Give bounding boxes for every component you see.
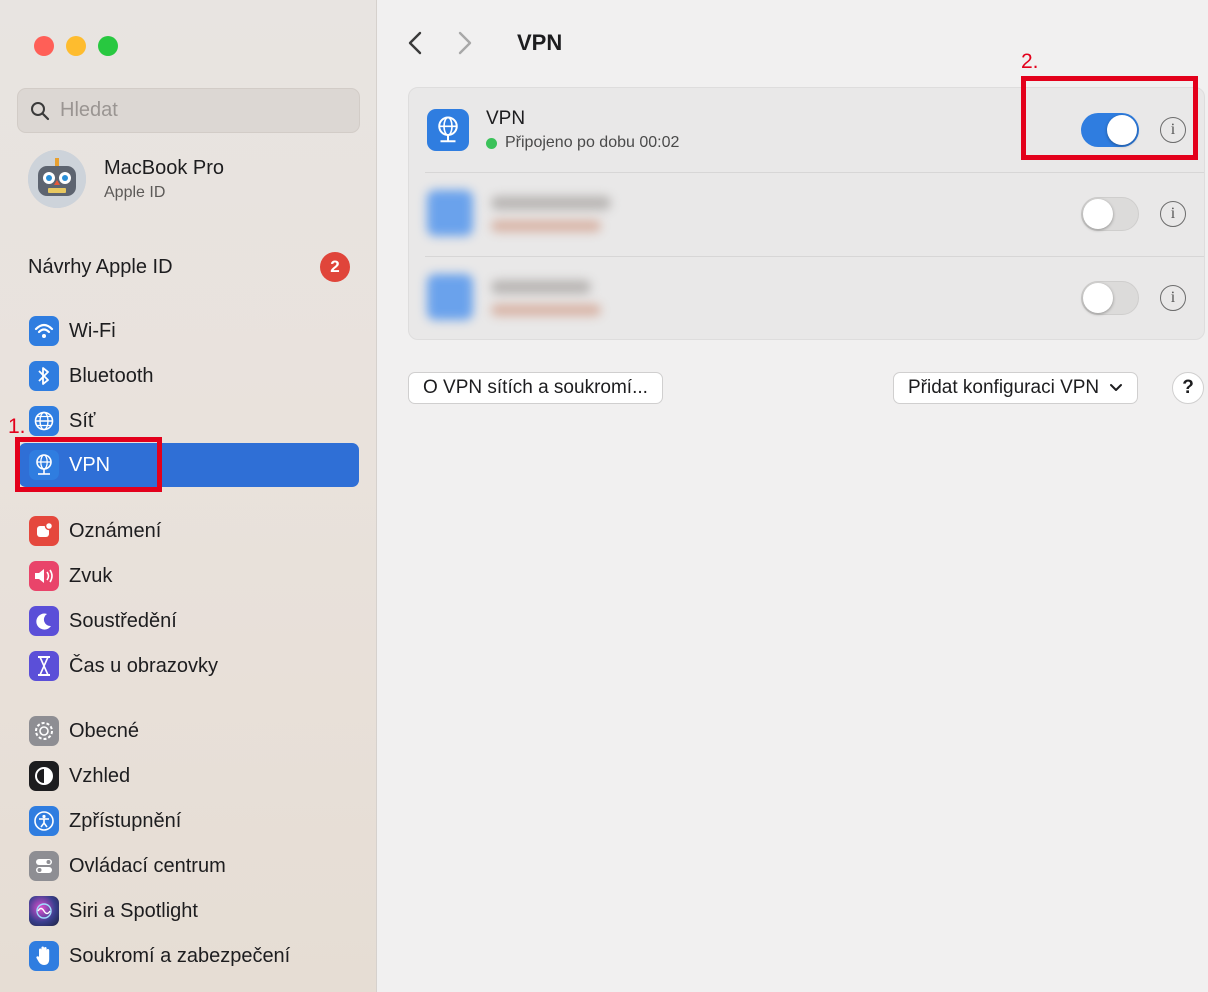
sidebar-item-label: Čas u obrazovky xyxy=(69,654,218,677)
sidebar-item-label: Soukromí a zabezpečení xyxy=(69,944,291,967)
add-vpn-configuration-button[interactable]: Přidat konfiguraci VPN xyxy=(893,372,1139,404)
blurred-text xyxy=(491,196,611,210)
blurred-text xyxy=(491,304,601,316)
forward-chevron-icon[interactable] xyxy=(457,30,473,56)
toggle-knob xyxy=(1083,283,1113,313)
vpn-toggle[interactable] xyxy=(1081,281,1139,315)
apple-id-suggestions[interactable]: Návrhy Apple ID 2 xyxy=(28,252,350,282)
sidebar-item-appearance[interactable]: Vzhled xyxy=(19,754,359,798)
hourglass-icon xyxy=(29,651,59,681)
control-center-icon xyxy=(29,851,59,881)
add-config-label: Přidat konfiguraci VPN xyxy=(908,377,1100,398)
close-window-button[interactable] xyxy=(34,36,54,56)
account-subtitle: Apple ID xyxy=(104,183,166,201)
sidebar-item-accessibility[interactable]: Zpřístupnění xyxy=(19,799,359,843)
zoom-window-button[interactable] xyxy=(98,36,118,56)
accessibility-icon xyxy=(29,806,59,836)
blurred-icon xyxy=(427,190,473,236)
annotation-box-1 xyxy=(15,437,162,492)
back-chevron-icon[interactable] xyxy=(407,30,423,56)
sidebar: MacBook Pro Apple ID Návrhy Apple ID 2 W… xyxy=(0,0,377,992)
search-field[interactable] xyxy=(17,88,360,133)
status-dot-icon xyxy=(486,137,497,149)
sidebar-item-focus[interactable]: Soustředění xyxy=(19,599,359,643)
annotation-label-2: 2. xyxy=(1021,50,1039,73)
page-title: VPN xyxy=(517,30,563,55)
sidebar-item-label: Wi-Fi xyxy=(69,319,116,342)
sidebar-item-wifi[interactable]: Wi-Fi xyxy=(19,309,359,353)
moon-icon xyxy=(29,606,59,636)
bell-icon xyxy=(29,516,59,546)
bluetooth-icon xyxy=(29,361,59,391)
search-input[interactable] xyxy=(58,98,342,123)
annotation-box-2 xyxy=(1021,76,1198,160)
vpn-status: Připojeno po dobu 00:02 xyxy=(486,134,679,152)
sidebar-item-label: Obecné xyxy=(69,719,140,742)
help-button[interactable]: ? xyxy=(1172,372,1204,404)
blurred-text xyxy=(491,280,591,294)
wifi-icon xyxy=(29,316,59,346)
globe-icon xyxy=(29,406,59,436)
sidebar-item-general[interactable]: Obecné xyxy=(19,709,359,753)
avatar xyxy=(28,150,86,208)
suggestions-label: Návrhy Apple ID xyxy=(28,255,173,278)
navigation-arrows xyxy=(407,30,473,56)
gear-icon xyxy=(29,716,59,746)
toggle-knob xyxy=(1083,199,1113,229)
sidebar-item-label: Síť xyxy=(69,409,96,432)
speaker-icon xyxy=(29,561,59,591)
notification-badge: 2 xyxy=(320,252,350,282)
sidebar-item-label: Siri a Spotlight xyxy=(69,899,198,922)
sidebar-item-notifications[interactable]: Oznámení xyxy=(19,509,359,553)
sidebar-item-control-center[interactable]: Ovládací centrum xyxy=(19,844,359,888)
sidebar-item-privacy-security[interactable]: Soukromí a zabezpečení xyxy=(19,934,359,978)
vpn-row-blurred: i xyxy=(409,256,1204,340)
apple-id-account[interactable]: MacBook Pro Apple ID xyxy=(28,150,224,208)
blurred-icon xyxy=(427,274,473,320)
sidebar-item-bluetooth[interactable]: Bluetooth xyxy=(19,354,359,398)
vpn-row-blurred: i xyxy=(409,172,1204,256)
sidebar-item-label: Oznámení xyxy=(69,519,162,542)
minimize-window-button[interactable] xyxy=(66,36,86,56)
sidebar-item-label: Vzhled xyxy=(69,764,131,787)
sidebar-item-sound[interactable]: Zvuk xyxy=(19,554,359,598)
vpn-toggle[interactable] xyxy=(1081,197,1139,231)
window-controls xyxy=(34,36,118,56)
sidebar-item-screen-time[interactable]: Čas u obrazovky xyxy=(19,644,359,688)
vpn-globe-icon xyxy=(427,109,469,151)
robot-avatar-icon xyxy=(28,150,86,208)
info-icon[interactable]: i xyxy=(1160,201,1186,227)
sidebar-item-label: Bluetooth xyxy=(69,364,154,387)
siri-icon xyxy=(29,896,59,926)
appearance-icon xyxy=(29,761,59,791)
vpn-name: VPN xyxy=(486,108,526,129)
sidebar-item-label: Soustředění xyxy=(69,609,177,632)
sidebar-item-label: Ovládací centrum xyxy=(69,854,226,877)
chevron-down-icon xyxy=(1110,384,1123,391)
hand-icon xyxy=(29,941,59,971)
vpn-status-text: Připojeno po dobu 00:02 xyxy=(505,134,680,151)
sidebar-item-label: Zpřístupnění xyxy=(69,809,182,832)
blurred-text xyxy=(491,220,601,232)
annotation-label-1: 1. xyxy=(8,415,26,438)
about-vpn-privacy-button[interactable]: O VPN sítích a soukromí... xyxy=(408,372,663,404)
sidebar-item-label: Zvuk xyxy=(69,564,113,587)
search-icon xyxy=(31,101,50,120)
sidebar-item-siri-spotlight[interactable]: Siri a Spotlight xyxy=(19,889,359,933)
info-icon[interactable]: i xyxy=(1160,285,1186,311)
account-name: MacBook Pro xyxy=(104,156,225,179)
